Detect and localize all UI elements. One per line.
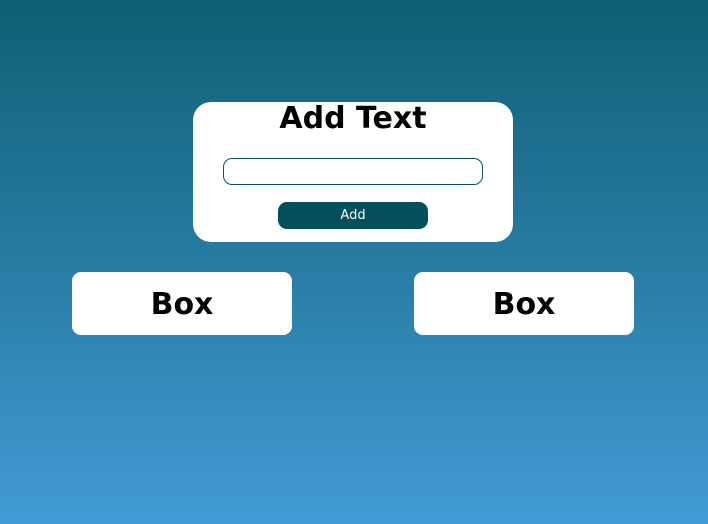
text-input[interactable] xyxy=(223,158,483,185)
add-button[interactable]: Add xyxy=(278,202,428,229)
box-2: Box xyxy=(414,272,634,335)
panel-title: Add Text xyxy=(279,101,427,136)
box-1: Box xyxy=(72,272,292,335)
add-text-panel: Add Text Add xyxy=(193,102,513,242)
